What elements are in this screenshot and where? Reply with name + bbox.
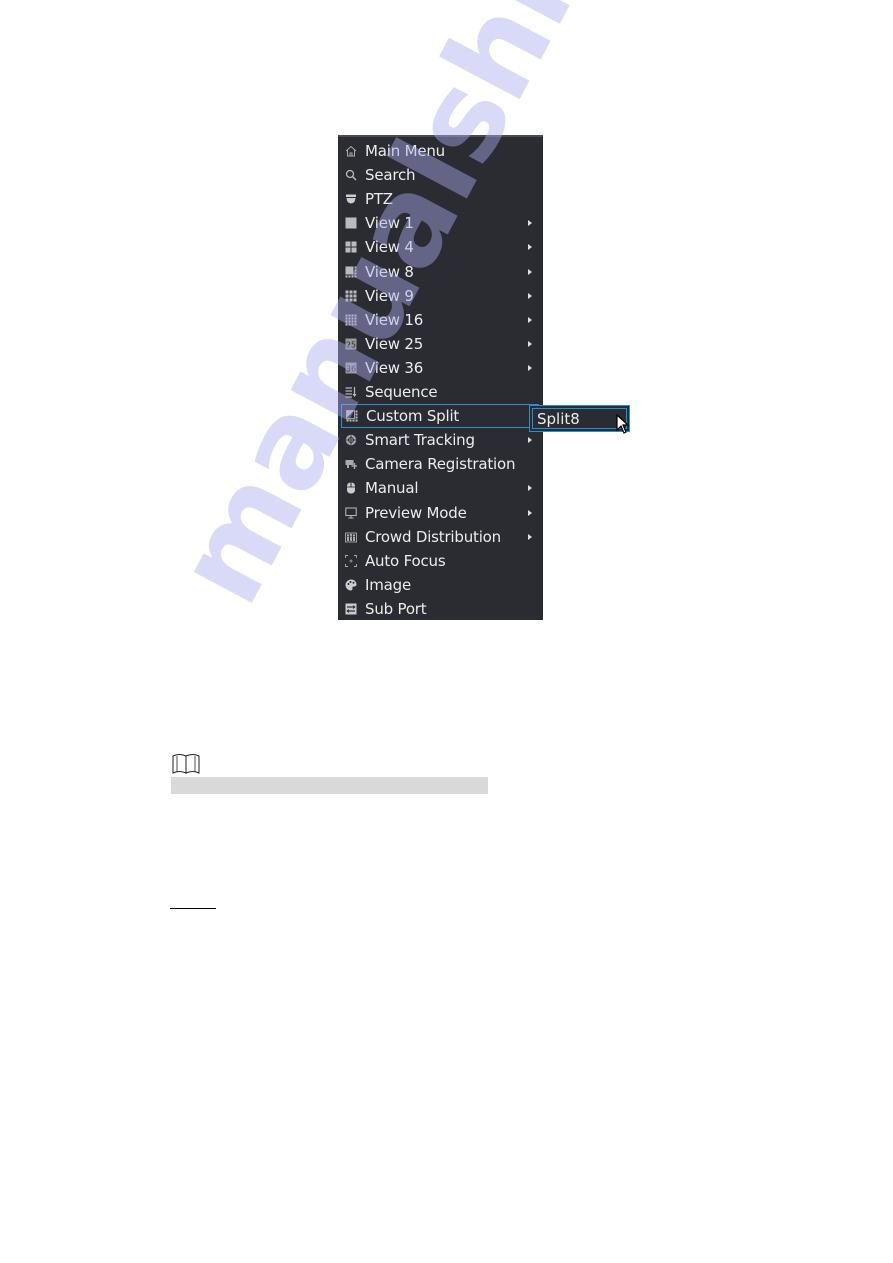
submenu-arrow-icon [528, 340, 532, 347]
custom-split-icon [346, 410, 358, 422]
menu-item-crowd-distribution[interactable]: Crowd Distribution [338, 525, 543, 549]
submenu-arrow-icon [528, 220, 532, 227]
menu-item-manual[interactable]: Manual [338, 476, 543, 500]
custom-split-submenu: Split8 [529, 405, 630, 432]
submenu-arrow-icon [528, 437, 532, 444]
menu-item-label: Sub Port [365, 599, 427, 618]
svg-text:36: 36 [346, 364, 356, 373]
menu-item-view-36[interactable]: 36 View 36 [338, 356, 543, 380]
submenu-arrow-icon [528, 244, 532, 251]
menu-item-label: Preview Mode [365, 503, 467, 522]
search-icon [345, 169, 357, 181]
dome-camera-icon [345, 193, 357, 205]
menu-item-label: View 16 [365, 310, 424, 329]
menu-item-sequence[interactable]: Sequence [338, 380, 543, 404]
menu-item-custom-split[interactable]: Custom Split [341, 404, 539, 429]
camera-registration-icon [345, 458, 357, 470]
menu-item-label: PTZ [365, 190, 393, 209]
menu-item-label: Custom Split [366, 407, 460, 426]
menu-item-main-menu[interactable]: Main Menu [338, 139, 543, 163]
sub-port-icon [345, 603, 357, 615]
submenu-arrow-icon [528, 533, 532, 540]
view8-icon [345, 266, 357, 278]
crowd-icon [345, 531, 357, 543]
submenu-arrow-icon [528, 485, 532, 492]
menu-item-label: Camera Registration [365, 455, 516, 474]
menu-item-label: View 4 [365, 238, 414, 257]
menu-item-label: View 8 [365, 262, 414, 281]
menu-item-label: View 9 [365, 286, 414, 305]
menu-item-label: View 36 [365, 358, 424, 377]
menu-item-label: Auto Focus [365, 551, 446, 570]
view16-icon [345, 314, 357, 326]
view36-icon: 36 [345, 362, 357, 374]
submenu-arrow-icon [528, 268, 532, 275]
menu-item-preview-mode[interactable]: Preview Mode [338, 501, 543, 525]
submenu-arrow-icon [528, 364, 532, 371]
context-menu: Main Menu Search PTZ View 1 View 4 View 8 View… [338, 135, 543, 620]
menu-item-label: Search [365, 166, 416, 185]
mouse-icon [345, 482, 357, 494]
menu-item-label: Smart Tracking [365, 431, 475, 450]
menu-item-view-4[interactable]: View 4 [338, 235, 543, 259]
menu-item-view-25[interactable]: 25 View 25 [338, 332, 543, 356]
menu-item-label: Sequence [365, 383, 438, 401]
sequence-icon [345, 386, 357, 398]
menu-item-image[interactable]: Image [338, 573, 543, 597]
step-underline [170, 908, 216, 909]
submenu-arrow-icon [528, 509, 532, 516]
menu-item-search[interactable]: Search [338, 163, 543, 187]
menu-item-view-9[interactable]: View 9 [338, 284, 543, 308]
submenu-arrow-icon [528, 292, 532, 299]
view25-icon: 25 [345, 338, 357, 350]
menu-item-camera-registration[interactable]: Camera Registration [338, 452, 543, 476]
menu-item-label: Image [365, 575, 411, 594]
menu-item-sub-port[interactable]: Sub Port [338, 597, 543, 621]
menu-item-label: View 1 [365, 214, 414, 233]
submenu-arrow-icon [528, 316, 532, 323]
view9-icon [345, 290, 357, 302]
monitor-icon [345, 507, 357, 519]
menu-item-view-16[interactable]: View 16 [338, 308, 543, 332]
menu-item-view-8[interactable]: View 8 [338, 260, 543, 284]
menu-item-smart-tracking[interactable]: Smart Tracking [338, 428, 543, 452]
home-icon [345, 145, 357, 157]
menu-item-auto-focus[interactable]: Auto Focus [338, 549, 543, 573]
menu-item-label: Main Menu [365, 142, 445, 160]
view1-icon [345, 217, 357, 229]
menu-item-label: View 25 [365, 334, 424, 353]
menu-item-label: Manual [365, 479, 419, 498]
note-highlight-bar [171, 777, 488, 794]
menu-item-ptz[interactable]: PTZ [338, 187, 543, 211]
smart-tracking-icon [345, 434, 357, 446]
mouse-cursor-icon [616, 414, 630, 434]
view4-icon [345, 241, 357, 253]
palette-icon [345, 579, 357, 591]
svg-text:25: 25 [346, 340, 356, 349]
menu-item-label: Crowd Distribution [365, 527, 501, 546]
submenu-item-label: Split8 [537, 409, 580, 428]
submenu-item-split8[interactable]: Split8 [532, 408, 627, 429]
menu-item-view-1[interactable]: View 1 [338, 211, 543, 235]
focus-icon [345, 554, 357, 567]
note-book-icon [172, 754, 200, 774]
